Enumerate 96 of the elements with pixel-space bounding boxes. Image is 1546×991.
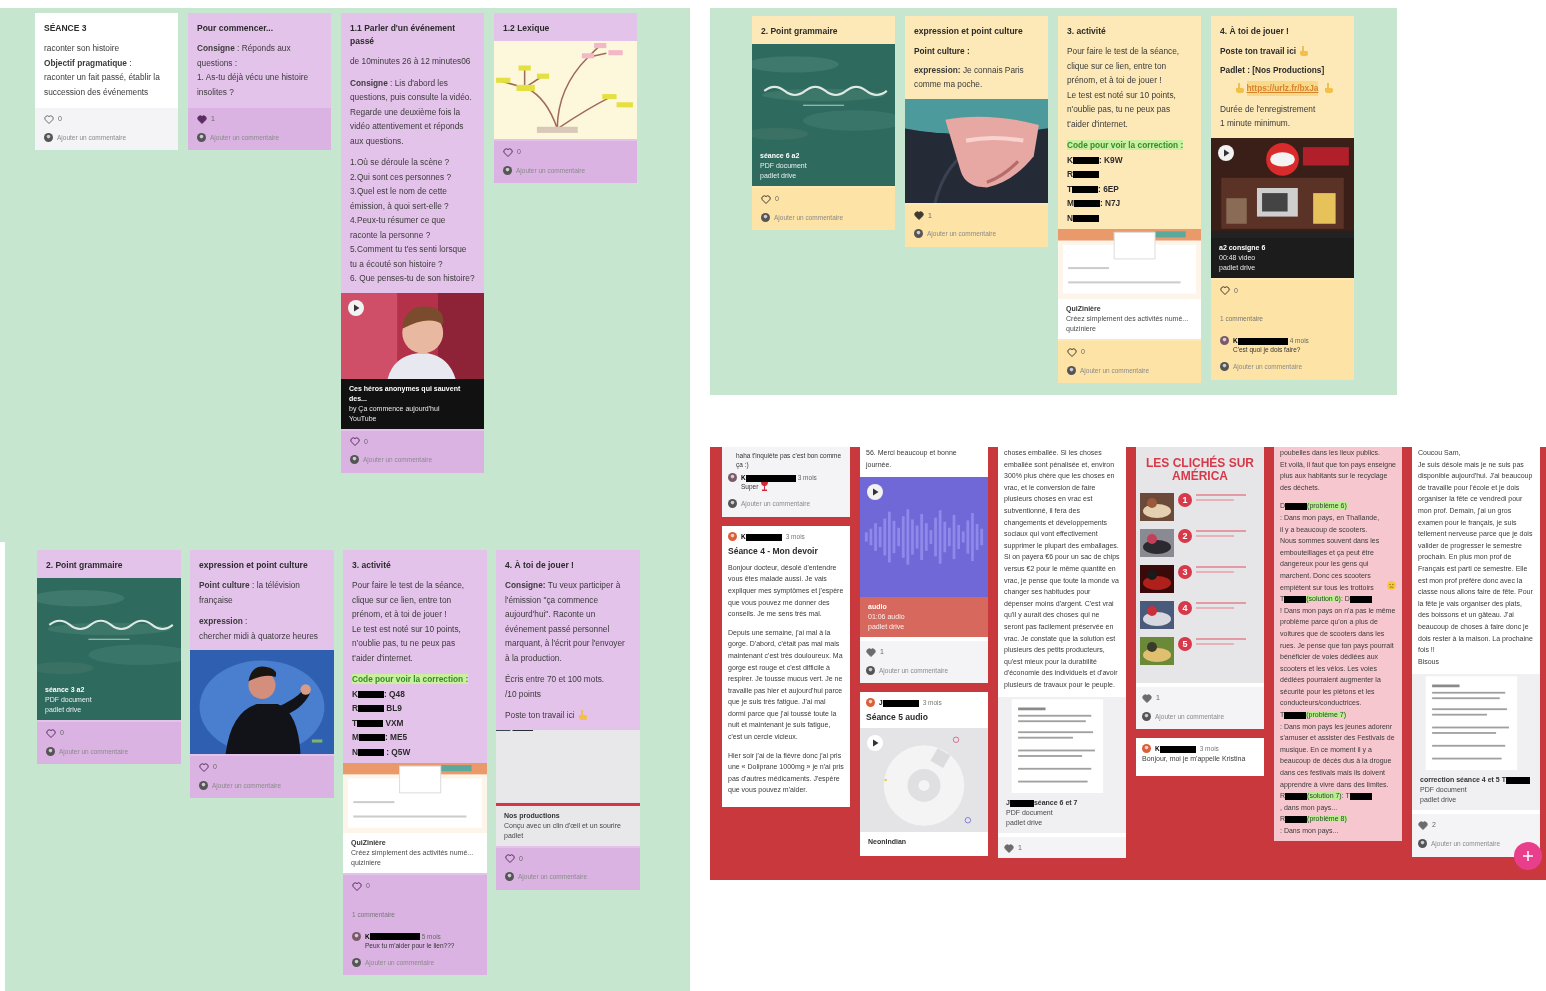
document-title: LES CLICHÉS SUR AMÉRICA (1145, 457, 1255, 483)
card-title: 1.1 Parler d'un événement passé (349, 22, 456, 48)
avatar-icon (728, 531, 737, 541)
avatar-icon (1220, 362, 1229, 372)
avatar-icon (352, 931, 361, 941)
number-badge: 3 (1178, 565, 1192, 579)
number-badge: 4 (1178, 601, 1192, 615)
card-title: 2. Point grammaire (45, 559, 124, 572)
illegible-text-drawing (1196, 565, 1246, 575)
avatar-icon (505, 872, 514, 882)
paragraph: Consigne : Lis d'abord les questions, puis consulte la vidéo. Regarde une deuxième fois la vidéo attentivement et réponds aux questions. (350, 76, 473, 148)
card-title: Séance 5 audio (865, 711, 929, 725)
paragraph: expression: Je connais Paris comme ma poche. (914, 63, 1025, 91)
paragraph: Écris entre 70 et 100 mots. /10 points (505, 673, 605, 701)
avatar-icon (761, 212, 770, 222)
card-title: 3. activité (1066, 25, 1107, 38)
avatar-icon (1142, 744, 1151, 754)
add-button[interactable] (1514, 842, 1542, 870)
pointing-hand-icon (1299, 46, 1309, 57)
card-title: SÉANCE 3 (43, 22, 88, 35)
illegible-text-drawing (1196, 493, 1246, 503)
code-line: M : ME5 (352, 731, 408, 744)
avatar-icon (197, 132, 206, 142)
number-badge: 5 (1178, 637, 1192, 651)
paragraph: expression : chercher midi à quatorze heures (199, 615, 318, 643)
code-line: T : 6EP (1067, 182, 1119, 196)
card-title: expression et point culture (913, 25, 1024, 38)
card-title: expression et point culture (198, 559, 309, 572)
avatar-icon (352, 957, 361, 967)
heart-icon[interactable] (1142, 693, 1152, 703)
pointing-hand-icon (1324, 83, 1334, 94)
avatar-icon (350, 455, 359, 465)
code-line: K : Q48 (352, 687, 405, 701)
paragraph: Consigne: Tu veux participer à l'émission "ça commence aujourd'hui". Raconte un événement passé personnel marquant, à l'écrit pour l'envoyer à la production. (505, 579, 626, 665)
avatar-icon (1220, 336, 1229, 345)
avatar-icon (866, 666, 875, 676)
avatar-icon (866, 698, 875, 708)
heart-icon[interactable] (1418, 821, 1428, 831)
play-icon[interactable] (348, 299, 364, 316)
pointing-hand-icon (1234, 83, 1244, 94)
play-icon[interactable] (1218, 144, 1234, 161)
card-title: 2. Point grammaire (760, 25, 839, 38)
plus-icon (1523, 851, 1533, 861)
heart-icon[interactable] (914, 211, 924, 221)
code-line: R (1067, 167, 1099, 182)
paragraph: Point culture : la télévision française (199, 579, 301, 607)
avatar-icon (503, 165, 512, 175)
card-title: 1.2 Lexique (502, 22, 551, 35)
sad-face-icon (1387, 581, 1396, 591)
paragraph: Poste ton travail ici (505, 709, 575, 722)
avatar-icon (46, 746, 55, 756)
code-line: N (1067, 210, 1099, 225)
card-title: Séance 4 - Mon devoir (727, 544, 819, 558)
paragraph: Pour faire le test de la séance, clique sur ce lien, entre ton prénom, et à toi de jouer ! Le test est noté sur 10 points, n'oublie pas, tu ne peux pas t'aider d'internet. (352, 579, 466, 665)
paragraph: Pour faire le test de la séance, clique sur ce lien, entre ton prénom, et à toi de jouer ! Le test est noté sur 10 points, n'oublie pas, tu ne peux pas t'aider d'internet. (1067, 45, 1181, 131)
card-title: 4. À toi de jouer ! (1219, 25, 1290, 38)
card-title: Pour commencer... (196, 22, 275, 35)
number-badge: 1 (1178, 493, 1192, 507)
play-icon[interactable] (867, 735, 883, 752)
code-line: R BL9 (352, 702, 402, 715)
code-line: N : Q5W (352, 745, 411, 759)
avatar-icon (1418, 839, 1427, 849)
paragraph: raconter son histoire Objectif pragmatique : raconter un fait passé, établir la succession des événements (44, 42, 161, 99)
card-title: 4. À toi de jouer ! (504, 559, 575, 572)
wine-glass-icon (761, 482, 769, 491)
paragraph: Consigne : Réponds aux questions : 1. As-tu déjà vécu une histoire insolites ? (197, 42, 310, 99)
pointing-hand-icon (577, 710, 587, 721)
illegible-text-drawing (1196, 529, 1246, 539)
bold-label: Padlet : [Nos Productions] (1220, 63, 1325, 77)
document-preview[interactable]: LES CLICHÉS SUR AMÉRICA 1 2 3 4 5 (1136, 447, 1264, 683)
heart-icon[interactable] (866, 647, 876, 657)
card-title: 3. activité (351, 559, 392, 572)
paragraph: de 10minutes 26 à 12 minutes06 (350, 55, 471, 68)
avatar-icon (1067, 365, 1076, 375)
bold-label: Poste ton travail ici (1220, 45, 1297, 58)
heart-icon[interactable] (1004, 844, 1014, 854)
paragraph: 1.Où se déroule la scène ? 2.Qui sont ces personnes ? 3.Quel est le nom de cette émission, à quoi sert-elle ? 4.Peux-tu résumer ce que raconte la personne ? 5.Comment tu t'es senti lorsque tu a écouté son histoire ? 6. Que penses-tu de son histoire? (350, 156, 475, 285)
avatar-icon (1142, 711, 1151, 721)
link[interactable]: https://urlz.fr/bxJa (1246, 81, 1319, 96)
highlighted-label: Code pour voir la correction : (1067, 140, 1184, 150)
avatar-icon (914, 229, 923, 239)
number-badge: 2 (1178, 529, 1192, 543)
bold-label: Point culture : (914, 45, 970, 58)
heart-icon[interactable] (197, 114, 207, 124)
illegible-text-drawing (1196, 637, 1246, 647)
code-line: T VXM (352, 716, 404, 730)
illegible-text-drawing (1196, 601, 1246, 611)
paragraph: Durée de l'enregistrement 1 minute minimum. (1220, 102, 1316, 130)
code-line: K : K9W (1067, 153, 1123, 167)
highlighted-label: Code pour voir la correction : (352, 674, 469, 684)
avatar-icon (199, 780, 208, 790)
avatar-icon (44, 132, 53, 142)
code-line: M : N7J (1067, 197, 1121, 210)
play-icon[interactable] (867, 484, 883, 501)
avatar-icon (728, 473, 737, 482)
avatar-icon (728, 499, 737, 509)
